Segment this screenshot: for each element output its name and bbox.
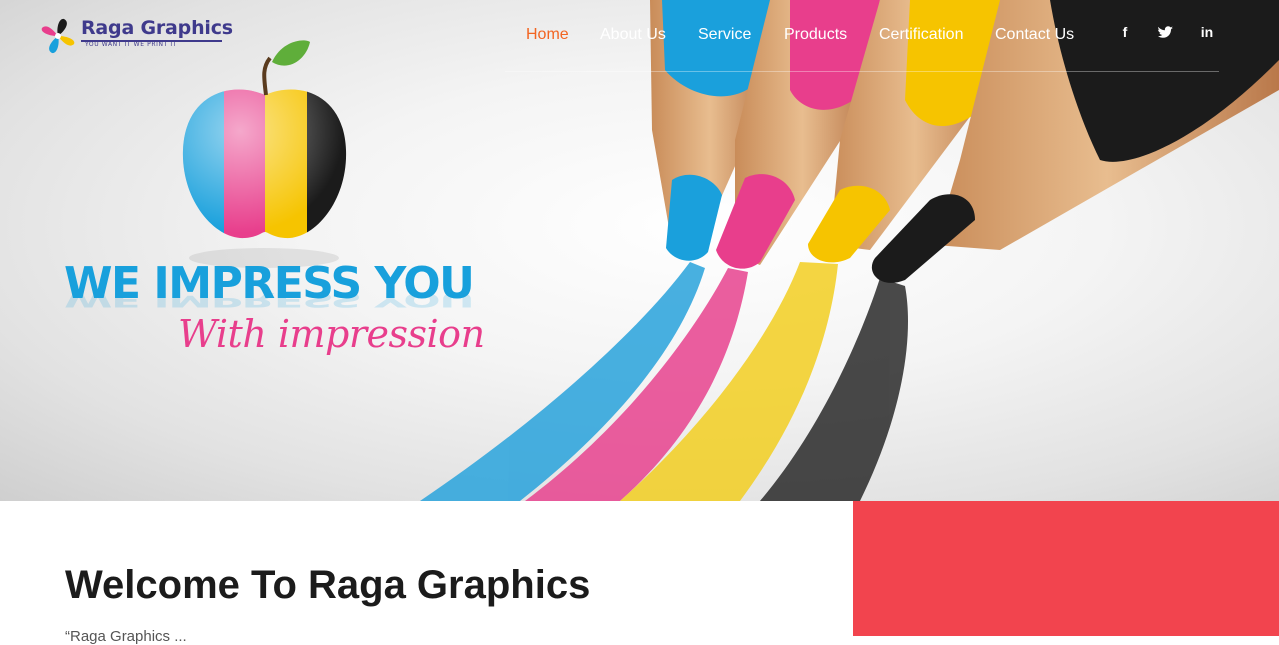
hero-banner: Raga Graphics YOU WANT IT WE PRINT IT Ho… <box>0 0 1279 501</box>
nav-home[interactable]: Home <box>526 26 569 44</box>
logo-tagline: YOU WANT IT WE PRINT IT <box>85 41 177 48</box>
logo-name: Raga Graphics <box>81 17 233 39</box>
hero-illustration <box>182 0 1279 501</box>
crayon-strokes <box>420 262 908 501</box>
nav-service[interactable]: Service <box>698 26 751 44</box>
linkedin-icon[interactable]: in <box>1199 24 1215 42</box>
twitter-icon[interactable] <box>1157 26 1173 44</box>
nav-divider <box>505 71 1219 72</box>
logo-mark-icon <box>41 18 75 54</box>
hero-headline-reflection: WE IMPRESS YOU <box>64 287 474 311</box>
welcome-text: “Raga Graphics ... <box>65 628 187 645</box>
cmyk-apple <box>182 40 347 268</box>
hero-subline: With impression <box>178 312 485 356</box>
nav-products[interactable]: Products <box>784 26 847 44</box>
nav-about-us[interactable]: About Us <box>600 26 666 44</box>
welcome-title: Welcome To Raga Graphics <box>65 563 591 607</box>
nav-certification[interactable]: Certification <box>879 26 963 44</box>
twitter-bird-icon <box>1157 26 1173 38</box>
site-logo[interactable]: Raga Graphics YOU WANT IT WE PRINT IT <box>38 16 233 56</box>
accent-panel <box>853 501 1279 636</box>
facebook-icon[interactable]: f <box>1117 24 1133 42</box>
nav-contact-us[interactable]: Contact Us <box>995 26 1074 44</box>
